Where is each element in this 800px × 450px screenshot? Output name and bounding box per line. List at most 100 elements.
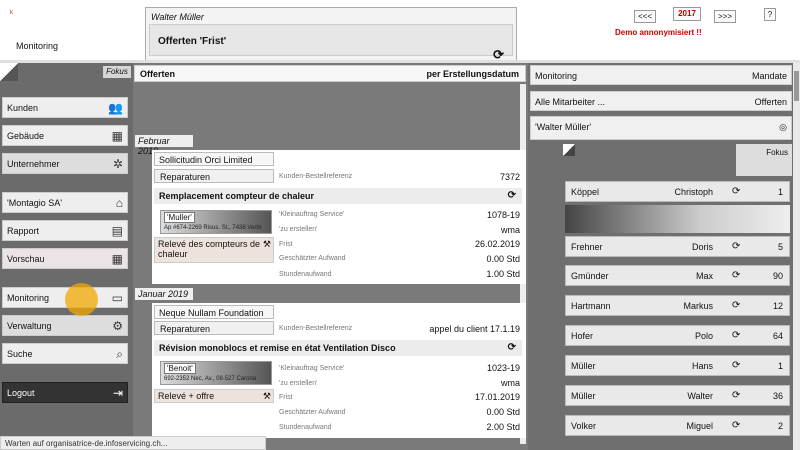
fokus-label: Fokus [736, 144, 792, 176]
help-button[interactable]: ? [764, 8, 776, 21]
employee-row[interactable]: Müller Walter ⟳ 36 [565, 385, 790, 406]
field-label: Frist [279, 241, 293, 248]
network-icon: ✲ [112, 157, 123, 171]
selected-user[interactable]: 'Walter Müller' ◎ [530, 116, 792, 140]
sidebar-item-gebaeude[interactable]: Gebäude ▦ [2, 125, 128, 146]
calendar-icon: ▦ [111, 252, 123, 266]
ref-label: Kunden-Bestellreferenz [279, 173, 353, 180]
target-icon[interactable]: ◎ [779, 122, 787, 133]
deadline-value: 17.01.2019 [474, 392, 520, 402]
fokus-label: Fokus [103, 66, 131, 78]
refresh-icon[interactable]: ⟳ [508, 342, 516, 353]
field-label: 'Kleinauftrag Service' [279, 211, 345, 218]
sidebar-item-unternehmer[interactable]: Unternehmer ✲ [2, 153, 128, 174]
header-panel: Walter Müller Offerten 'Frist' ⟳ [145, 7, 517, 62]
action-label[interactable]: Relevé des compteurs de chaleur ⚒ [154, 237, 274, 263]
offer-list-header: Offerten per Erstellungsdatum [134, 65, 526, 82]
divider [565, 205, 790, 233]
refresh-icon[interactable]: ⟳ [732, 241, 740, 252]
tool-icon: ⚒ [262, 391, 271, 401]
refresh-icon[interactable]: ⟳ [732, 330, 740, 341]
monitoring-row[interactable]: Monitoring Mandate [530, 65, 792, 85]
page-title: Offerten 'Frist' ⟳ [149, 24, 513, 62]
ref-value: appel du client 17.1.19 [429, 324, 520, 334]
demo-notice: Demo annonymisiert !! [615, 28, 702, 37]
module-title: Monitoring [16, 41, 59, 51]
offer-title[interactable]: Révision monoblocs et remise en état Ven… [154, 340, 522, 356]
company-name[interactable]: Neque Nullam Foundation [154, 305, 274, 319]
field-value: 0.00 Std [486, 254, 520, 264]
app-logo[interactable]: ᵏ [10, 8, 13, 18]
sidebar-item-vorschau[interactable]: Vorschau ▦ [2, 248, 128, 269]
field-value: wma [500, 378, 520, 388]
type-badge: Reparaturen [154, 169, 274, 183]
report-icon: ▤ [111, 224, 123, 238]
employee-row[interactable]: Hofer Polo ⟳ 64 [565, 325, 790, 346]
home-icon: ⌂ [115, 196, 123, 210]
field-label: Geschätzter Aufwand [279, 255, 346, 262]
refresh-icon[interactable]: ⟳ [732, 420, 740, 431]
building-icon: ▦ [111, 129, 123, 143]
status-bar: Warten auf organisatrice-de.infoservicin… [0, 436, 266, 450]
monitor-icon: ▭ [111, 291, 123, 305]
sidebar-item-montagio[interactable]: 'Montagio SA' ⌂ [2, 192, 128, 213]
employee-filter[interactable]: Alle Mitarbeiter ... Offerten [530, 91, 792, 111]
type-badge: Reparaturen [154, 321, 274, 335]
field-value: 1023-19 [486, 363, 520, 373]
header-user: Walter Müller [151, 12, 204, 22]
field-label: 'zu erstellen' [279, 380, 318, 387]
next-year-button[interactable]: >>> [714, 10, 736, 23]
ref-label: Kunden-Bestellreferenz [279, 325, 353, 332]
scrollbar-thumb[interactable] [794, 71, 799, 101]
employee-row[interactable]: Frehner Doris ⟳ 5 [565, 236, 790, 257]
employee-row[interactable]: Hartmann Markus ⟳ 12 [565, 295, 790, 316]
cursor-highlight [65, 283, 98, 316]
field-value: wma [500, 225, 520, 235]
field-label: 'Kleinauftrag Service' [279, 365, 345, 372]
corner-toggle[interactable] [563, 144, 575, 156]
company-name[interactable]: Sollicitudin Orci Limited [154, 152, 274, 166]
tool-icon: ⚒ [262, 239, 271, 249]
employee-row[interactable]: Köppel Christoph ⟳ 1 [565, 181, 790, 202]
offer-card[interactable]: Neque Nullam Foundation Reparaturen Kund… [152, 303, 526, 438]
sidebar-item-verwaltung[interactable]: Verwaltung ⚙ [2, 315, 128, 336]
field-label: 'zu erstellen' [279, 226, 318, 233]
sidebar-item-rapport[interactable]: Rapport ▤ [2, 220, 128, 241]
field-value: 1.00 Std [486, 269, 520, 279]
action-label[interactable]: Relevé + offre ⚒ [154, 389, 274, 403]
field-value: 2.00 Std [486, 422, 520, 432]
refresh-icon[interactable]: ⟳ [732, 360, 740, 371]
admin-icon: ⚙ [112, 319, 123, 333]
logout-button[interactable]: Logout ⇥ [2, 382, 128, 403]
prev-year-button[interactable]: <<< [634, 10, 656, 23]
refresh-icon[interactable]: ⟳ [732, 390, 740, 401]
users-icon: 👥 [108, 101, 123, 115]
sidebar-item-kunden[interactable]: Kunden 👥 [2, 97, 128, 118]
field-label: Stundenaufwand [279, 424, 332, 431]
ref-value: 7372 [499, 172, 520, 182]
scrollbar[interactable] [793, 63, 800, 450]
field-value: 0.00 Std [486, 407, 520, 417]
employee-row[interactable]: Gmünder Max ⟳ 90 [565, 265, 790, 286]
sort-label[interactable]: per Erstellungsdatum [426, 69, 519, 79]
month-header: Januar 2019 [135, 288, 193, 300]
offer-card[interactable]: Sollicitudin Orci Limited Reparaturen Ku… [152, 150, 526, 284]
contact-card[interactable]: 'Benoit' 692-2352 Nec, Av., 08-527 Carona [160, 361, 272, 385]
field-value: 1078-19 [486, 210, 520, 220]
month-header: Februar 2019 [135, 135, 193, 156]
employee-row[interactable]: Müller Hans ⟳ 1 [565, 355, 790, 376]
search-icon: ⌕ [116, 347, 123, 361]
logout-icon: ⇥ [112, 386, 123, 400]
field-label: Geschätzter Aufwand [279, 409, 346, 416]
corner-toggle[interactable] [0, 63, 18, 81]
contact-card[interactable]: 'Muller' Ap #674-2269 Risus. St., 7438 Ve… [160, 210, 272, 234]
sidebar-item-suche[interactable]: Suche ⌕ [2, 343, 128, 364]
refresh-icon[interactable]: ⟳ [508, 190, 516, 201]
year-display[interactable]: 2017 [673, 7, 701, 21]
refresh-icon[interactable]: ⟳ [732, 300, 740, 311]
field-label: Stundenaufwand [279, 271, 332, 278]
employee-row[interactable]: Volker Miguel ⟳ 2 [565, 415, 790, 436]
offer-title[interactable]: Remplacement compteur de chaleur ⟳ [154, 188, 522, 204]
refresh-icon[interactable]: ⟳ [732, 270, 740, 281]
refresh-icon[interactable]: ⟳ [732, 186, 740, 197]
